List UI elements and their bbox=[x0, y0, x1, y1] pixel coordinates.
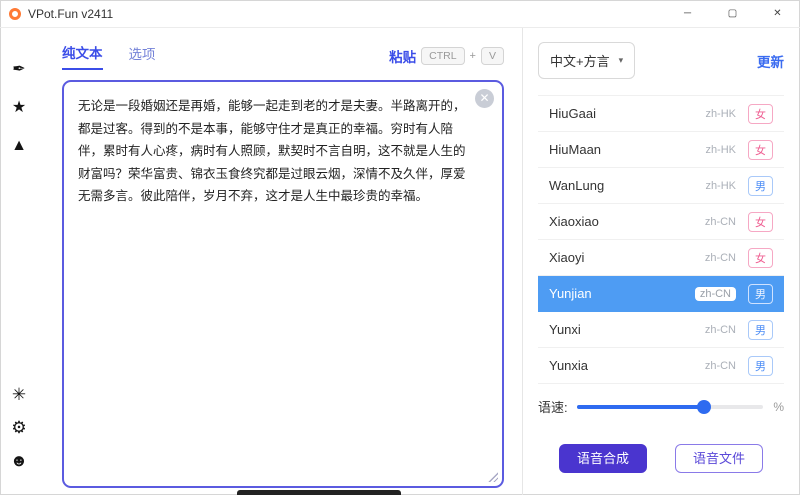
voice-row-yunjian[interactable]: Yunjian zh-CN 男 bbox=[538, 276, 784, 312]
voice-name: WanLung bbox=[549, 178, 705, 193]
clear-text-button[interactable]: ✕ bbox=[475, 89, 494, 108]
gender-badge: 男 bbox=[748, 284, 773, 304]
mountain-icon[interactable]: ▲ bbox=[11, 138, 27, 154]
gender-badge: 女 bbox=[748, 248, 773, 268]
aperture-icon[interactable]: ✳ bbox=[12, 386, 26, 403]
voice-locale: zh-HK bbox=[705, 108, 736, 120]
language-dropdown-value: 中文+方言 bbox=[550, 51, 610, 70]
voice-row-yunxia[interactable]: Yunxia zh-CN 男 bbox=[538, 348, 784, 384]
tab-options[interactable]: 选项 bbox=[129, 43, 156, 69]
app-body: ✒ ★ ▲ ✳ ⚙ ☻ 纯文本 选项 粘贴 CTRL + V 无论是一段婚姻还是… bbox=[0, 28, 800, 495]
panel-header: 中文+方言 ▾ 更新 bbox=[538, 42, 784, 79]
voice-name: HiuGaai bbox=[549, 106, 705, 121]
resize-grip[interactable] bbox=[487, 471, 498, 482]
voice-row-xiaoxiao[interactable]: Xiaoxiao zh-CN 女 bbox=[538, 204, 784, 240]
titlebar: VPot.Fun v2411 ─ ▢ ✕ bbox=[0, 0, 800, 28]
voice-panel: 中文+方言 ▾ 更新 HiuGaai zh-HK 女 HiuMaan zh-HK… bbox=[523, 28, 800, 495]
voice-name: HiuMaan bbox=[549, 142, 705, 157]
editor-column: 纯文本 选项 粘贴 CTRL + V 无论是一段婚姻还是再婚，能够一起走到老的才… bbox=[38, 28, 522, 495]
voice-row-yunxi[interactable]: Yunxi zh-CN 男 bbox=[538, 312, 784, 348]
voice-locale: zh-CN bbox=[705, 252, 736, 264]
text-input[interactable]: 无论是一段婚姻还是再婚，能够一起走到老的才是夫妻。半路离开的，都是过客。得到的不… bbox=[62, 80, 504, 488]
voice-row-hiumaan[interactable]: HiuMaan zh-HK 女 bbox=[538, 132, 784, 168]
chevron-down-icon: ▾ bbox=[619, 55, 624, 66]
slider-thumb[interactable] bbox=[697, 400, 711, 414]
minimize-button[interactable]: ─ bbox=[665, 0, 710, 27]
voice-list: HiuGaai zh-HK 女 HiuMaan zh-HK 女 WanLung … bbox=[538, 95, 784, 384]
update-link[interactable]: 更新 bbox=[757, 51, 784, 71]
gender-badge: 男 bbox=[748, 356, 773, 376]
gear-icon[interactable]: ⚙ bbox=[11, 419, 26, 436]
voice-locale: zh-CN bbox=[705, 324, 736, 336]
slider-fill bbox=[577, 405, 704, 409]
taskbar-sliver bbox=[237, 490, 401, 495]
star-icon[interactable]: ★ bbox=[12, 100, 26, 116]
editor-wrap: 无论是一段婚姻还是再婚，能够一起走到老的才是夫妻。半路离开的，都是过客。得到的不… bbox=[62, 80, 504, 488]
voice-name: Yunxi bbox=[549, 322, 705, 337]
voice-locale: zh-CN bbox=[705, 216, 736, 228]
voice-row-xiaoyi[interactable]: Xiaoyi zh-CN 女 bbox=[538, 240, 784, 276]
voice-name: Yunxia bbox=[549, 358, 705, 373]
voice-row-wanlung[interactable]: WanLung zh-HK 男 bbox=[538, 168, 784, 204]
sidebar-bottom-group: ✳ ⚙ ☻ bbox=[10, 386, 28, 495]
speed-row: 语速: % bbox=[538, 397, 784, 416]
voice-locale: zh-HK bbox=[705, 180, 736, 192]
kbd-v: V bbox=[481, 47, 504, 65]
speed-label: 语速: bbox=[538, 397, 568, 416]
gender-badge: 男 bbox=[748, 320, 773, 340]
gender-badge: 女 bbox=[748, 212, 773, 232]
speed-slider[interactable] bbox=[577, 400, 764, 414]
app-logo-icon bbox=[9, 8, 21, 20]
tab-plain-text[interactable]: 纯文本 bbox=[62, 42, 103, 70]
voice-locale: zh-HK bbox=[705, 144, 736, 156]
gender-badge: 女 bbox=[748, 140, 773, 160]
icon-sidebar: ✒ ★ ▲ ✳ ⚙ ☻ bbox=[0, 28, 38, 495]
voice-name: Xiaoxiao bbox=[549, 214, 705, 229]
voice-name: Xiaoyi bbox=[549, 250, 705, 265]
paste-button[interactable]: 粘贴 bbox=[389, 46, 416, 66]
language-dropdown[interactable]: 中文+方言 ▾ bbox=[538, 42, 635, 79]
voice-locale: zh-CN bbox=[705, 360, 736, 372]
voice-locale: zh-CN bbox=[695, 287, 736, 301]
synthesize-button[interactable]: 语音合成 bbox=[559, 444, 647, 473]
speed-unit: % bbox=[773, 400, 784, 414]
voice-name: Yunjian bbox=[549, 286, 695, 301]
tabs-row: 纯文本 选项 粘贴 CTRL + V bbox=[62, 42, 504, 70]
voice-file-button[interactable]: 语音文件 bbox=[675, 444, 763, 473]
kbd-plus: + bbox=[470, 50, 476, 62]
paste-group: 粘贴 CTRL + V bbox=[389, 46, 504, 66]
window-title: VPot.Fun v2411 bbox=[28, 7, 113, 21]
window-controls: ─ ▢ ✕ bbox=[665, 0, 800, 27]
kbd-ctrl: CTRL bbox=[421, 47, 464, 65]
close-button[interactable]: ✕ bbox=[755, 0, 800, 27]
claw-icon[interactable]: ✒ bbox=[12, 62, 25, 78]
action-row: 语音合成 语音文件 bbox=[538, 444, 784, 473]
robot-icon[interactable]: ☻ bbox=[10, 452, 28, 469]
gender-badge: 男 bbox=[748, 176, 773, 196]
maximize-button[interactable]: ▢ bbox=[710, 0, 755, 27]
voice-row-hiugaai[interactable]: HiuGaai zh-HK 女 bbox=[538, 96, 784, 132]
gender-badge: 女 bbox=[748, 104, 773, 124]
